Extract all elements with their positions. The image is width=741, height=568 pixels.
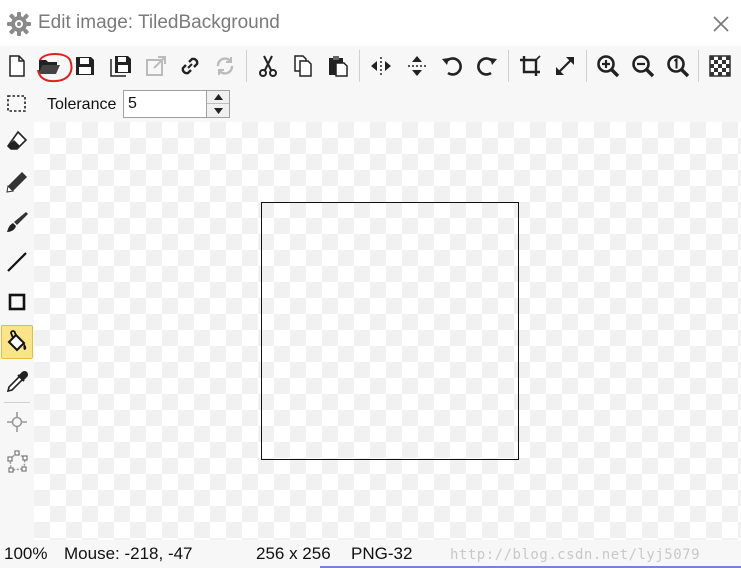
export-icon (146, 56, 166, 76)
zoom-out-button[interactable] (628, 50, 658, 82)
link-button[interactable] (175, 50, 205, 82)
tool-options-bar: Tolerance (0, 86, 741, 122)
zoom-in-button[interactable] (593, 50, 623, 82)
brush-icon (7, 212, 28, 232)
spin-down-button[interactable] (207, 104, 229, 117)
selection-tool-button[interactable] (5, 92, 29, 116)
eraser-tool-button[interactable] (1, 124, 33, 158)
transparency-icon (709, 55, 731, 77)
zoom-actual-button[interactable] (663, 50, 693, 82)
new-button[interactable] (2, 50, 32, 82)
flip-vertical-icon (408, 56, 426, 76)
resize-button[interactable] (550, 50, 580, 82)
spin-up-button[interactable] (207, 91, 229, 104)
toolbar-separator (246, 50, 247, 82)
close-icon[interactable] (711, 14, 731, 34)
toolbar-separator (586, 50, 587, 82)
transparency-button[interactable] (705, 50, 735, 82)
cut-button[interactable] (253, 50, 283, 82)
line-tool-button[interactable] (1, 245, 33, 279)
brush-tool-button[interactable] (1, 205, 33, 239)
image-size: 256 x 256 (256, 544, 331, 563)
highlight-circle-annotation (37, 53, 73, 83)
paste-icon (329, 56, 348, 77)
rectangle-tool-button[interactable] (1, 285, 33, 319)
rectangle-icon (8, 293, 26, 311)
flip-vertical-button[interactable] (402, 50, 432, 82)
tools-sidebar (0, 122, 34, 540)
image-format: PNG-32 (351, 544, 413, 563)
zoom-level: 100% (4, 544, 48, 563)
rotate-left-icon (442, 57, 462, 76)
paint-bucket-icon (7, 330, 27, 352)
tolerance-input[interactable] (123, 90, 207, 118)
crosshair-icon (7, 412, 27, 432)
toolbar-separator (359, 50, 360, 82)
new-file-icon (9, 55, 25, 77)
sidebar-separator (4, 402, 30, 403)
save-icon (76, 57, 94, 75)
crop-button[interactable] (515, 50, 545, 82)
reload-icon (216, 57, 234, 75)
eraser-icon (6, 130, 28, 150)
line-icon (7, 252, 27, 272)
gear-icon (6, 11, 32, 37)
rotate-right-icon (477, 57, 497, 76)
save-copy-button[interactable] (106, 50, 136, 82)
arrow-down-icon (213, 107, 223, 114)
marquee-select-icon (7, 95, 26, 112)
pencil-icon (6, 172, 27, 193)
rotate-right-button[interactable] (472, 50, 502, 82)
polygon-icon (7, 450, 28, 473)
rotate-left-button[interactable] (437, 50, 467, 82)
pencil-tool-button[interactable] (1, 165, 33, 199)
mouse-position: Mouse: -218, -47 (64, 544, 193, 563)
window-title: Edit image: TiledBackground (38, 12, 280, 33)
toolbar-separator (698, 50, 699, 82)
zoom-actual-icon (667, 55, 690, 78)
crop-icon (520, 55, 541, 76)
image-canvas-area[interactable] (34, 122, 741, 540)
tolerance-spinner (206, 90, 230, 118)
paste-button[interactable] (323, 50, 353, 82)
image-canvas[interactable] (261, 202, 519, 460)
save-button[interactable] (70, 50, 100, 82)
export-button[interactable] (141, 50, 171, 82)
flip-horizontal-button[interactable] (366, 50, 396, 82)
polygon-tool-button[interactable] (1, 445, 33, 479)
arrow-up-icon (213, 94, 223, 100)
cut-icon (259, 55, 277, 77)
status-bar: 100% Mouse: -218, -47 256 x 256 PNG-32 h… (0, 540, 741, 568)
toolbar-separator (508, 50, 509, 82)
copy-icon (294, 55, 312, 77)
eyedropper-icon (6, 370, 29, 393)
title-bar: Edit image: TiledBackground (0, 0, 741, 46)
flip-horizontal-icon (371, 57, 391, 75)
tolerance-label: Tolerance (47, 96, 117, 113)
watermark-text: http://blog.csdn.net/lyj5079 (450, 547, 701, 563)
reload-button[interactable] (210, 50, 240, 82)
zoom-in-icon (597, 55, 620, 78)
resize-icon (556, 57, 574, 75)
zoom-out-icon (632, 55, 655, 78)
fill-tool-button[interactable] (1, 325, 33, 359)
color-picker-tool-button[interactable] (1, 365, 33, 399)
main-toolbar (0, 46, 741, 86)
copy-button[interactable] (288, 50, 318, 82)
origin-tool-button[interactable] (1, 405, 33, 439)
save-copy-icon (110, 56, 131, 77)
link-icon (181, 57, 199, 75)
